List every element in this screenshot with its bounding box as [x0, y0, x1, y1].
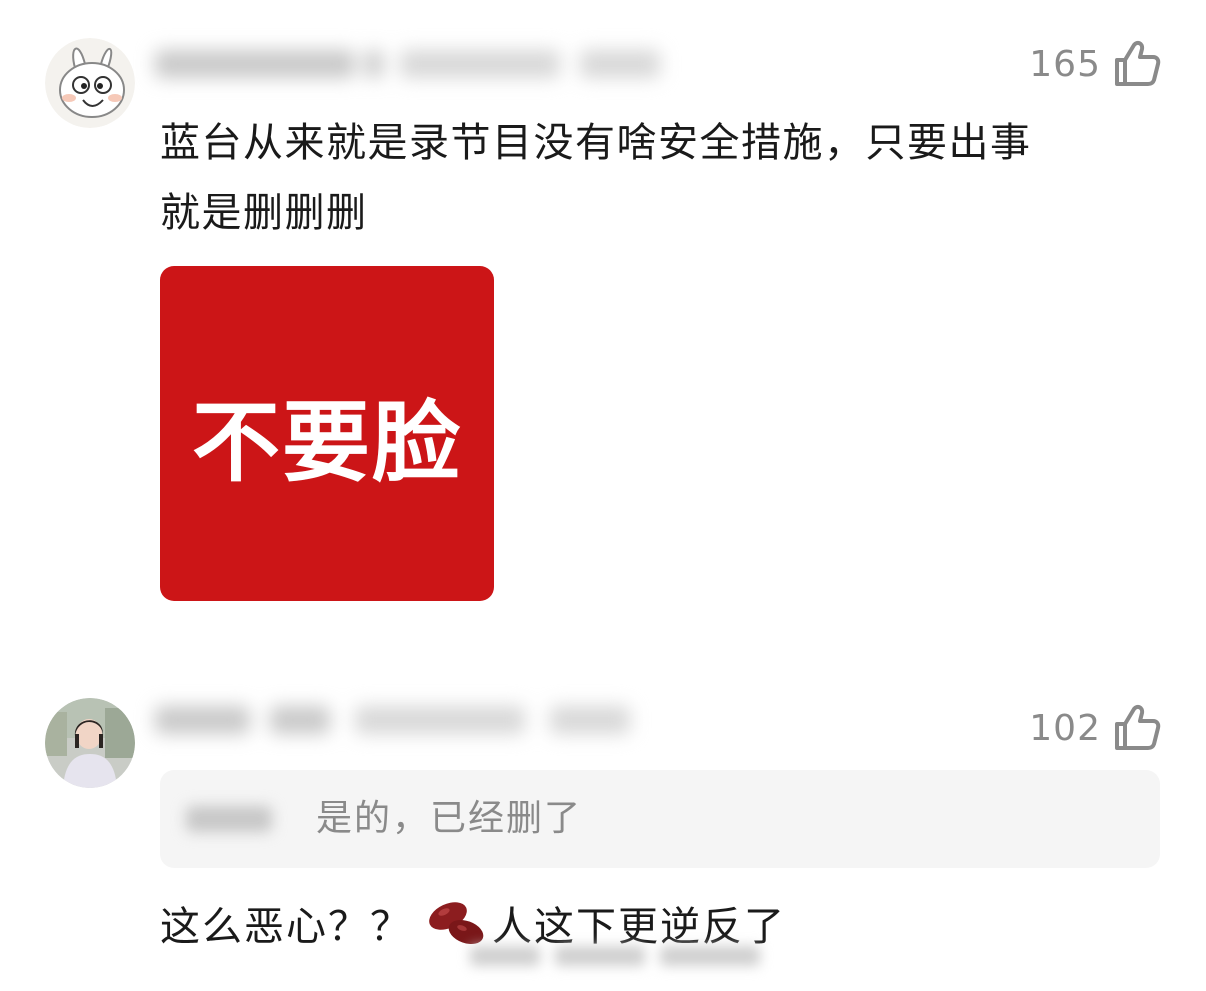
- blurred-overlay: [470, 942, 770, 970]
- comment-text-line: 蓝台从来就是录节目没有啥安全措施，只要出事: [160, 120, 1032, 166]
- quoted-reply[interactable]: 是的，已经删了: [160, 770, 1160, 868]
- reply-text-before-emoji: 这么恶心？？: [160, 904, 412, 950]
- comment-text: 蓝台从来就是录节目没有啥安全措施，只要出事 就是删删删: [160, 108, 1160, 248]
- sticker-text: 不要脸: [191, 391, 462, 494]
- comment-item: 102 是的，已经删了 这么恶心？？ 人这下更逆反了: [0, 680, 1206, 991]
- user-avatar[interactable]: [45, 38, 135, 128]
- thumbs-up-icon: [1115, 704, 1161, 750]
- like-count: 165: [1029, 43, 1101, 85]
- quoted-username-blurred: [182, 800, 278, 838]
- comment-text-line: 就是删删删: [160, 190, 368, 236]
- username-blurred[interactable]: [155, 44, 675, 84]
- username-blurred[interactable]: [155, 700, 635, 740]
- quoted-reply-text: 是的，已经删了: [316, 798, 583, 839]
- like-button[interactable]: 102: [1029, 702, 1161, 754]
- thumbs-up-icon: [1115, 40, 1161, 86]
- sticker-image[interactable]: 不要脸: [160, 266, 494, 601]
- comment-item: 165 蓝台从来就是录节目没有啥安全措施，只要出事 就是删删删 不要脸: [0, 0, 1206, 640]
- user-avatar[interactable]: [45, 698, 135, 788]
- like-button[interactable]: 165: [1029, 38, 1161, 90]
- like-count: 102: [1029, 707, 1101, 749]
